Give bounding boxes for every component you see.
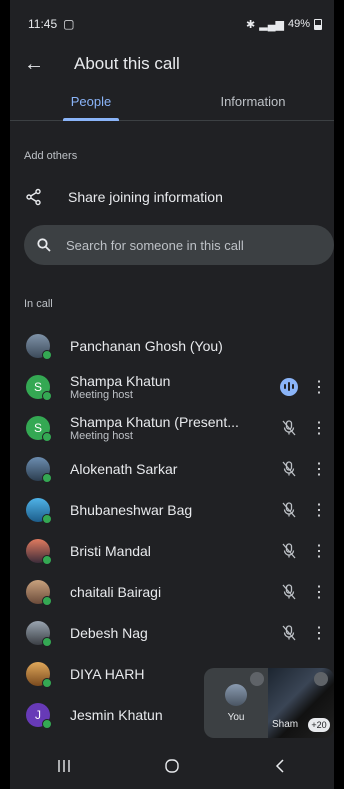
- mic-off-icon: [274, 542, 304, 559]
- mic-off-icon: [274, 419, 304, 436]
- mic-off-icon: [274, 624, 304, 641]
- status-time: 11:45: [28, 17, 58, 31]
- more-options-icon[interactable]: ⋮: [304, 500, 334, 520]
- participant-row[interactable]: Bhubaneshwar Bag ⋮: [10, 489, 334, 530]
- online-indicator: [42, 636, 52, 647]
- more-options-icon[interactable]: ⋮: [304, 459, 334, 479]
- mic-off-icon: [274, 501, 304, 518]
- participant-name: Bhubaneshwar Bag: [70, 501, 193, 518]
- page-title: About this call: [74, 54, 180, 73]
- avatar: S: [26, 415, 52, 442]
- avatar: [26, 538, 52, 565]
- online-indicator: [42, 349, 52, 360]
- bluetooth-icon: ✱: [246, 18, 256, 31]
- avatar: S: [26, 374, 52, 401]
- self-label: You: [227, 711, 245, 723]
- presenter-label: Sham: [272, 719, 299, 730]
- mic-off-icon: [250, 672, 264, 686]
- share-joining-info-label: Share joining information: [68, 189, 223, 205]
- more-options-icon[interactable]: ⋮: [304, 377, 334, 397]
- participant-row[interactable]: S Shampa Khatun (Present... Meeting host…: [10, 407, 334, 448]
- self-avatar: [225, 683, 247, 706]
- online-indicator: [42, 472, 52, 483]
- online-indicator: [42, 390, 52, 401]
- participant-name: chaitali Bairagi: [70, 583, 162, 600]
- share-joining-info-button[interactable]: Share joining information: [10, 180, 334, 214]
- share-icon: [10, 188, 58, 206]
- signal-icon: ▂▄▆: [259, 18, 284, 31]
- search-icon: [24, 238, 64, 252]
- more-participants-badge: +20: [308, 718, 330, 732]
- more-options-icon[interactable]: ⋮: [304, 418, 334, 438]
- participant-row[interactable]: Debesh Nag ⋮: [10, 612, 334, 653]
- speaking-indicator-icon: [280, 377, 298, 396]
- avatar: [26, 661, 52, 688]
- participant-name: Bristi Mandal: [70, 542, 151, 559]
- tab-bar: People Information: [10, 88, 334, 121]
- avatar: [26, 333, 52, 360]
- home-icon[interactable]: [152, 758, 192, 774]
- add-others-label: Add others: [24, 150, 78, 162]
- online-indicator: [42, 677, 52, 688]
- participant-name: Panchanan Ghosh (You): [70, 337, 223, 354]
- mic-off-icon: [314, 672, 328, 686]
- tab-people[interactable]: People: [10, 88, 172, 120]
- app-bar: ← About this call: [10, 44, 334, 84]
- tab-information[interactable]: Information: [172, 88, 334, 120]
- participant-row[interactable]: Panchanan Ghosh (You): [10, 325, 334, 366]
- avatar: [26, 497, 52, 524]
- recent-apps-icon[interactable]: [44, 759, 84, 773]
- avatar: [26, 620, 52, 647]
- avatar: [26, 579, 52, 606]
- participant-row[interactable]: chaitali Bairagi ⋮: [10, 571, 334, 612]
- participant-row[interactable]: Bristi Mandal ⋮: [10, 530, 334, 571]
- battery-percent: 49%: [287, 18, 310, 30]
- more-options-icon[interactable]: ⋮: [304, 541, 334, 561]
- back-nav-icon[interactable]: [260, 759, 300, 773]
- participant-search[interactable]: [24, 225, 334, 265]
- online-indicator: [42, 431, 52, 442]
- more-options-icon[interactable]: ⋮: [304, 582, 334, 602]
- status-bar: 11:45 ▢ ✱ ▂▄▆ 49%: [10, 0, 334, 48]
- self-video-tile: You: [204, 668, 268, 738]
- online-indicator: [42, 513, 52, 524]
- mic-off-icon: [274, 583, 304, 600]
- online-indicator: [42, 554, 52, 565]
- participant-name: Shampa Khatun: [70, 372, 171, 389]
- participant-role: Meeting host: [70, 429, 133, 442]
- presentation-tile: Sham +20: [268, 668, 334, 738]
- back-arrow-icon[interactable]: ←: [10, 53, 58, 76]
- mic-off-icon: [274, 460, 304, 477]
- online-indicator: [42, 595, 52, 606]
- avatar: J: [26, 702, 52, 729]
- avatar: [26, 456, 52, 483]
- system-nav-bar: [10, 743, 334, 789]
- in-call-label: In call: [24, 298, 53, 310]
- screen-record-icon: ▢: [63, 17, 75, 31]
- battery-icon: [314, 18, 322, 30]
- call-details-screen: 11:45 ▢ ✱ ▂▄▆ 49% ← About this call Peop…: [10, 0, 334, 789]
- online-indicator: [42, 718, 52, 729]
- picture-in-picture-tile[interactable]: You Sham +20: [204, 668, 334, 738]
- more-options-icon[interactable]: ⋮: [304, 623, 334, 643]
- participant-role: Meeting host: [70, 388, 133, 401]
- participant-row[interactable]: Alokenath Sarkar ⋮: [10, 448, 334, 489]
- search-input[interactable]: [64, 236, 334, 254]
- participant-name: Alokenath Sarkar: [70, 460, 178, 477]
- participant-row[interactable]: S Shampa Khatun Meeting host ⋮: [10, 366, 334, 407]
- participant-name: Shampa Khatun (Present...: [70, 413, 239, 430]
- participant-name: Debesh Nag: [70, 624, 148, 641]
